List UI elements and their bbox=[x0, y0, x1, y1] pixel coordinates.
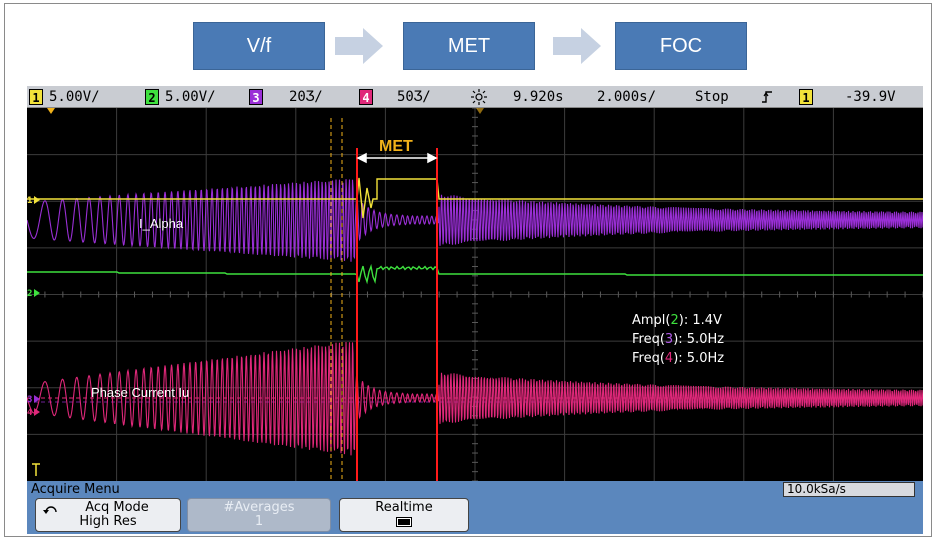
channel-2-badge[interactable]: 2 bbox=[145, 89, 159, 105]
acq-mode-value: High Res bbox=[79, 514, 137, 529]
trigger-marker-icon bbox=[32, 463, 40, 476]
ch3-ground-marker: 3 bbox=[27, 395, 32, 405]
ch4-scale: 50Ʒ/ bbox=[397, 89, 431, 105]
ch2-scale: 5.00V/ bbox=[165, 89, 216, 105]
trigger-edge-icon bbox=[762, 91, 772, 103]
realtime-label: Realtime bbox=[375, 500, 433, 515]
met-span-label: MET bbox=[379, 138, 413, 155]
i-alpha-label: I_Alpha bbox=[139, 216, 184, 231]
ch1-scale: 5.00V/ bbox=[49, 89, 100, 105]
channel-4-badge[interactable]: 4 bbox=[359, 89, 373, 105]
sample-rate-display: 10.0kSa/s bbox=[783, 482, 915, 497]
ch1-ground-marker: 1 bbox=[27, 196, 32, 206]
averages-softkey[interactable]: #Averages 1 bbox=[187, 498, 331, 532]
phase-current-label: Phase Current Iu bbox=[91, 385, 190, 400]
menu-title: Acquire Menu bbox=[31, 482, 120, 497]
flow-arrow-icon bbox=[553, 28, 601, 64]
flow-step-vf: V/f bbox=[193, 22, 325, 70]
status-bar: 1 5.00V/ 2 5.00V/ 3 20Ʒ/ 4 50Ʒ/ 9.920s 2… bbox=[27, 86, 923, 108]
trigger-source-badge[interactable]: 1 bbox=[799, 89, 813, 105]
trigger-level: -39.9V bbox=[845, 89, 896, 105]
time-reference-marker bbox=[476, 108, 484, 114]
run-state: Stop bbox=[695, 89, 729, 105]
trigger-position-marker bbox=[47, 108, 55, 114]
time-offset: 9.920s bbox=[513, 89, 564, 105]
slide-frame: V/f MET FOC 1 5.00V/ 2 5.00V/ 3 20Ʒ/ 4 5… bbox=[4, 3, 932, 537]
flow-step-met: MET bbox=[403, 22, 535, 70]
averages-value: 1 bbox=[254, 514, 264, 529]
averages-label: #Averages bbox=[223, 500, 295, 515]
acq-mode-softkey[interactable]: Acq Mode High Res bbox=[35, 498, 181, 532]
rotate-knob-icon bbox=[43, 506, 57, 514]
ch3-scale: 20Ʒ/ bbox=[289, 89, 323, 105]
ch4-ground-marker: 4 bbox=[27, 408, 33, 418]
realtime-softkey[interactable]: Realtime bbox=[339, 498, 469, 532]
oscilloscope-screen: 1 5.00V/ 2 5.00V/ 3 20Ʒ/ 4 50Ʒ/ 9.920s 2… bbox=[27, 86, 923, 534]
ampl-measurement: Ampl(2): 1.4V bbox=[632, 313, 722, 328]
flow-arrow-icon bbox=[335, 28, 383, 64]
freq4-measurement: Freq(4): 5.0Hz bbox=[632, 351, 725, 366]
freq3-measurement: Freq(3): 5.0Hz bbox=[632, 332, 725, 347]
channel-1-badge[interactable]: 1 bbox=[29, 89, 43, 105]
sun-icon bbox=[471, 89, 487, 105]
flow-step-foc: FOC bbox=[615, 22, 747, 70]
realtime-checkbox[interactable] bbox=[396, 517, 412, 527]
channel-3-badge[interactable]: 3 bbox=[249, 89, 263, 105]
acquire-menu: Acquire Menu 10.0kSa/s Acq Mode High Res… bbox=[27, 481, 923, 534]
waveform-display: 1 2 3 4 bbox=[27, 108, 923, 481]
time-scale: 2.000s/ bbox=[597, 89, 657, 105]
ch2-ground-marker: 2 bbox=[27, 289, 32, 299]
